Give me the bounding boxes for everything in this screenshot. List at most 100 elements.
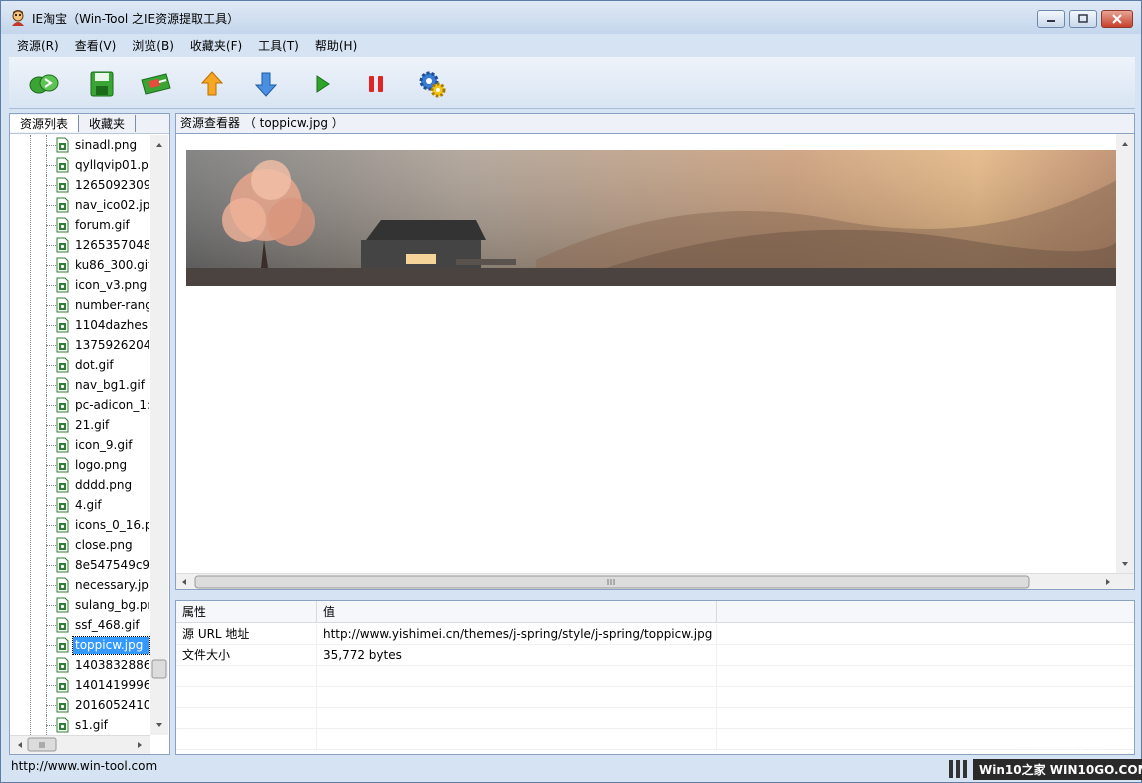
tree-vertical-scrollbar[interactable]: [150, 135, 168, 735]
list-item[interactable]: 1265357048_: [10, 235, 150, 255]
minimize-button[interactable]: [1037, 10, 1065, 28]
close-button[interactable]: [1101, 10, 1133, 28]
play-button[interactable]: [303, 67, 341, 101]
tab-resource-list[interactable]: 资源列表: [10, 115, 80, 132]
list-item[interactable]: ku86_300.gif: [10, 255, 150, 275]
tab-favorites[interactable]: 收藏夹: [79, 115, 137, 132]
image-file-icon: [56, 637, 69, 653]
file-name: 20160524105: [75, 698, 149, 712]
list-item[interactable]: dddd.png: [10, 475, 150, 495]
tree-connector: [46, 665, 56, 666]
image-file-icon: [56, 457, 69, 473]
list-item[interactable]: icons_0_16.p: [10, 515, 150, 535]
list-item[interactable]: 20160524105: [10, 695, 150, 715]
list-item[interactable]: number-range: [10, 295, 150, 315]
list-item[interactable]: nav_ico02.jpg: [10, 195, 150, 215]
tree-connector: [46, 585, 56, 586]
settings-button[interactable]: [413, 67, 451, 101]
table-row[interactable]: 源 URL 地址 http://www.yishimei.cn/themes/j…: [176, 624, 1134, 645]
list-item[interactable]: ssf_468.gif: [10, 615, 150, 635]
viewer-vertical-scrollbar[interactable]: [1116, 134, 1134, 574]
column-header-property[interactable]: 属性: [176, 601, 317, 623]
viewer-horizontal-scrollbar[interactable]: [176, 573, 1134, 589]
empty-cell: [317, 687, 717, 708]
image-file-icon: [56, 417, 69, 433]
menu-view[interactable]: 查看(V): [67, 37, 125, 54]
list-item[interactable]: 1265092309_: [10, 175, 150, 195]
list-item[interactable]: icon_v3.png: [10, 275, 150, 295]
empty-cell: [317, 729, 717, 750]
list-item[interactable]: dot.gif: [10, 355, 150, 375]
list-item[interactable]: s1.gif: [10, 715, 150, 735]
move-up-button[interactable]: [193, 67, 231, 101]
close-icon: [1112, 14, 1122, 24]
left-tabs: 资源列表 收藏夹: [10, 114, 169, 134]
preview-image: [186, 150, 1117, 286]
image-file-icon: [56, 137, 69, 153]
image-file-icon: [56, 717, 69, 733]
list-item[interactable]: close.png: [10, 535, 150, 555]
image-file-icon: [56, 557, 69, 573]
list-item[interactable]: sinadl.png: [10, 135, 150, 155]
list-item[interactable]: qyllqvip01.png: [10, 155, 150, 175]
title-bar: IE淘宝（Win-Tool 之IE资源提取工具）: [1, 1, 1141, 34]
menu-favorites[interactable]: 收藏夹(F): [182, 37, 250, 54]
tree-connector: [46, 325, 56, 326]
up-arrow-icon: [201, 71, 223, 96]
image-file-icon: [56, 397, 69, 413]
file-name: 1375926204_: [75, 338, 149, 352]
minimize-icon: [1047, 20, 1055, 22]
tree-connector: [46, 605, 56, 606]
list-item[interactable]: 4.gif: [10, 495, 150, 515]
file-name: toppicw.jpg: [72, 636, 150, 655]
image-file-icon: [56, 597, 69, 613]
image-file-icon: [56, 277, 69, 293]
tree-connector: [46, 405, 56, 406]
menu-tools[interactable]: 工具(T): [250, 37, 307, 54]
tree-connector: [46, 185, 56, 186]
list-item[interactable]: sulang_bg.png: [10, 595, 150, 615]
tree-connector: [46, 165, 56, 166]
image-file-icon: [56, 217, 69, 233]
tree-connector: [46, 505, 56, 506]
pause-button[interactable]: [357, 67, 395, 101]
resource-viewer: [175, 133, 1135, 590]
image-file-icon: [56, 177, 69, 193]
list-item[interactable]: toppicw.jpg: [10, 635, 150, 655]
list-item[interactable]: 8e547549c94: [10, 555, 150, 575]
list-item[interactable]: icon_9.gif: [10, 435, 150, 455]
tree-horizontal-scrollbar[interactable]: [10, 735, 150, 754]
list-item[interactable]: logo.png: [10, 455, 150, 475]
list-item[interactable]: necessary.jpg: [10, 575, 150, 595]
column-header-value[interactable]: 值: [317, 601, 717, 623]
refresh-button[interactable]: [25, 67, 63, 101]
tree-connector: [46, 705, 56, 706]
menu-help[interactable]: 帮助(H): [307, 37, 365, 54]
image-file-icon: [56, 617, 69, 633]
refresh-icon: [29, 74, 59, 94]
list-item[interactable]: pc-adicon_1:: [10, 395, 150, 415]
list-item[interactable]: 21.gif: [10, 415, 150, 435]
export-button[interactable]: [137, 67, 175, 101]
menu-browse[interactable]: 浏览(B): [124, 37, 182, 54]
save-button[interactable]: [83, 67, 121, 101]
maximize-button[interactable]: [1069, 10, 1097, 28]
file-name: ku86_300.gif: [75, 258, 149, 272]
tree-connector: [46, 485, 56, 486]
file-name: 1104dazheshi: [75, 318, 149, 332]
play-icon: [316, 75, 330, 93]
move-down-button[interactable]: [247, 67, 285, 101]
list-item[interactable]: 1403832886_: [10, 655, 150, 675]
list-item[interactable]: 1104dazheshi: [10, 315, 150, 335]
list-item[interactable]: nav_bg1.gif: [10, 375, 150, 395]
list-item[interactable]: 1401419996_: [10, 675, 150, 695]
menu-resource[interactable]: 资源(R): [9, 37, 67, 54]
table-row[interactable]: 文件大小 35,772 bytes: [176, 645, 1134, 666]
pause-icon: [369, 76, 383, 92]
watermark-faint-text: 吾爱破解论坛: [1021, 739, 1105, 755]
window-title: IE淘宝（Win-Tool 之IE资源提取工具）: [32, 12, 240, 26]
file-name: 1403832886_: [75, 658, 149, 672]
list-item[interactable]: forum.gif: [10, 215, 150, 235]
image-file-icon: [56, 517, 69, 533]
list-item[interactable]: 1375926204_: [10, 335, 150, 355]
